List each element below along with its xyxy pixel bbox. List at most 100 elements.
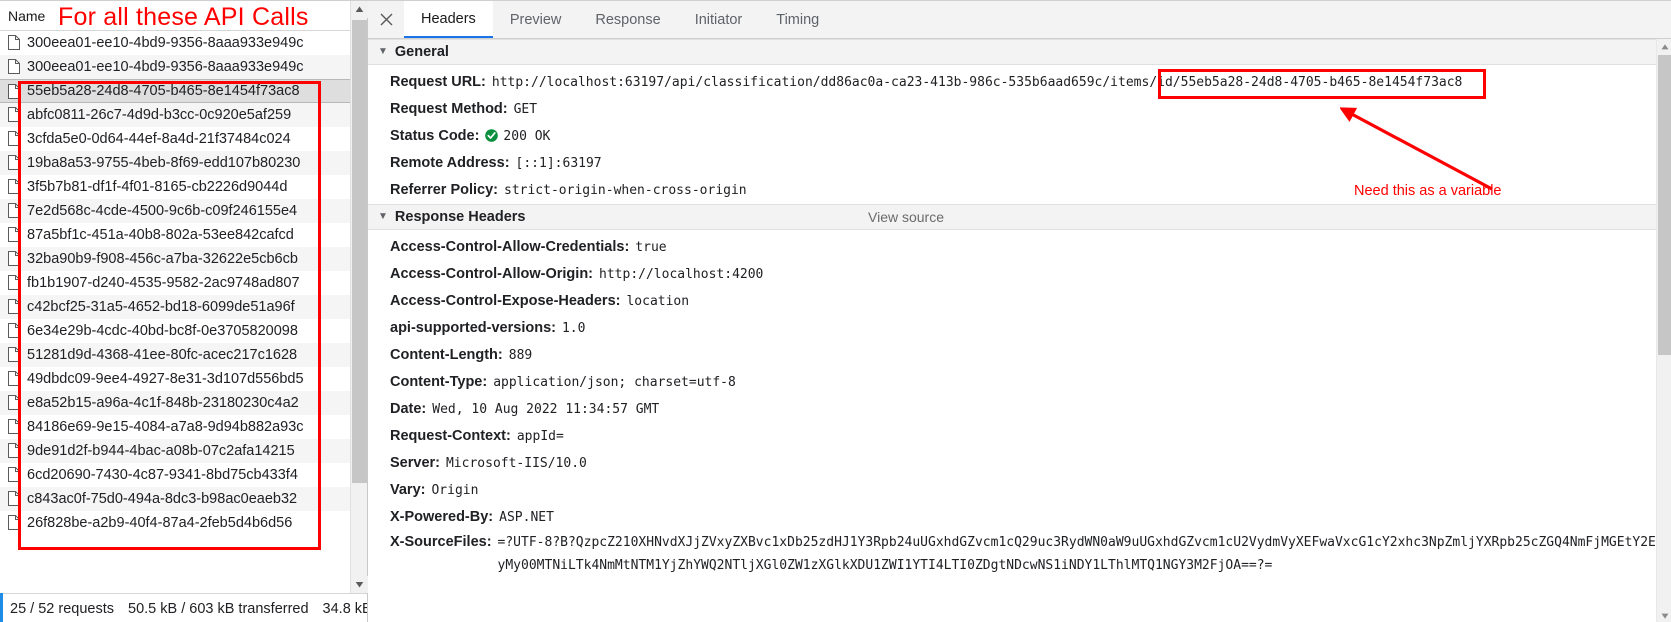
request-list-item[interactable]: 32ba90b9-f908-456c-a7ba-32622e5cb6cb [0, 247, 367, 271]
tab-preview[interactable]: Preview [493, 1, 579, 38]
header-value: true [635, 240, 667, 255]
header-row: Content-Length: 889 [368, 342, 1656, 369]
header-row: X-Powered-By: ASP.NET [368, 504, 1656, 531]
request-name: 6cd20690-7430-4c87-9341-8bd75cb433f4 [27, 466, 298, 483]
request-list-item[interactable]: 87a5bf1c-451a-40b8-802a-53ee842cafcd [0, 223, 367, 247]
header-row: Request URL: http://localhost:63197/api/c… [368, 69, 1656, 96]
document-icon [8, 275, 20, 290]
request-list[interactable]: 300eea01-ee10-4bd9-9356-8aaa933e949c 300e… [0, 31, 367, 593]
header-row: Status Code: 200 OK [368, 123, 1656, 150]
header-row: X-SourceFiles: =?UTF-8?B?QzpcZ210XHNvdXJj… [368, 531, 1656, 577]
header-row: Access-Control-Allow-Origin: http://local… [368, 261, 1656, 288]
request-list-item[interactable]: c843ac0f-75d0-494a-8dc3-b98ac0eaeb32 [0, 487, 367, 511]
document-icon [8, 227, 20, 242]
header-key: Request URL: [390, 74, 486, 90]
request-list-item[interactable]: 84186e69-9e15-4084-a7a8-9d94b882a93c [0, 415, 367, 439]
response-headers-section-title: Response Headers [394, 209, 526, 225]
request-list-item[interactable]: fb1b1907-d240-4535-9582-2ac9748ad807 [0, 271, 367, 295]
header-row: api-supported-versions: 1.0 [368, 315, 1656, 342]
response-headers-section-header[interactable]: ▼ Response Headers View source [368, 204, 1656, 230]
request-list-item[interactable]: abfc0811-26c7-4d9d-b3cc-0c920e5af259 [0, 103, 367, 127]
tab-headers[interactable]: Headers [404, 1, 493, 38]
header-value: application/json; charset=utf-8 [493, 375, 736, 390]
request-name: 84186e69-9e15-4084-a7a8-9d94b882a93c [27, 418, 304, 435]
header-value: http://localhost:4200 [599, 267, 764, 282]
chevron-down-icon: ▼ [378, 46, 388, 57]
view-source-link[interactable]: View source [868, 209, 944, 225]
header-key: Server: [390, 455, 440, 471]
header-value: 1.0 [561, 321, 586, 336]
request-list-item[interactable]: 7e2d568c-4cde-4500-9c6b-c09f246155e4 [0, 199, 367, 223]
scrollbar-thumb[interactable] [352, 20, 367, 483]
header-value: Wed, 10 Aug 2022 11:34:57 GMT [432, 402, 660, 417]
header-key: Request Method: [390, 101, 508, 117]
request-list-scrollbar[interactable] [350, 1, 368, 593]
scroll-down-arrow[interactable] [351, 576, 368, 593]
request-list-item[interactable]: 26f828be-a2b9-40f4-87a4-2feb5d4b6d56 [0, 511, 367, 535]
column-header-name: Name [8, 7, 46, 24]
request-list-item[interactable]: 55eb5a28-24d8-4705-b465-8e1454f73ac8 [0, 79, 367, 103]
tab-response[interactable]: Response [578, 1, 677, 38]
tab-timing[interactable]: Timing [759, 1, 836, 38]
request-name: c843ac0f-75d0-494a-8dc3-b98ac0eaeb32 [27, 490, 298, 507]
request-name: 6e34e29b-4cdc-40bd-bc8f-0e3705820098 [27, 322, 298, 339]
header-key: Content-Type: [390, 374, 488, 390]
header-row: Remote Address: [::1]:63197 [368, 150, 1656, 177]
scroll-up-arrow[interactable] [351, 1, 368, 18]
detail-scrollbar-thumb[interactable] [1658, 55, 1671, 355]
network-status-bar: 25 / 52 requests 50.5 kB / 603 kB transf… [0, 593, 367, 622]
tab-initiator[interactable]: Initiator [678, 1, 760, 38]
request-list-item[interactable]: 6e34e29b-4cdc-40bd-bc8f-0e3705820098 [0, 319, 367, 343]
request-list-item[interactable]: 300eea01-ee10-4bd9-9356-8aaa933e949c [0, 31, 367, 55]
request-list-item[interactable]: c42bcf25-31a5-4652-bd18-6099de51a96f [0, 295, 367, 319]
request-list-item[interactable]: 9de91d2f-b944-4bac-a08b-07c2afa14215 [0, 439, 367, 463]
request-name: 55eb5a28-24d8-4705-b465-8e1454f73ac8 [27, 83, 300, 99]
document-icon [8, 515, 20, 530]
request-name: 7e2d568c-4cde-4500-9c6b-c09f246155e4 [27, 202, 298, 219]
close-icon[interactable] [368, 1, 404, 38]
header-row: Content-Type: application/json; charset=u… [368, 369, 1656, 396]
document-icon [8, 107, 20, 122]
detail-scrollbar[interactable] [1656, 39, 1671, 622]
status-resources: 34.8 kB / [322, 600, 367, 617]
request-name: 19ba8a53-9755-4beb-8f69-edd107b80230 [27, 154, 301, 171]
request-name: 87a5bf1c-451a-40b8-802a-53ee842cafcd [27, 226, 294, 243]
header-value: ASP.NET [499, 510, 554, 525]
request-name: 3cfda5e0-0d64-44ef-8a4d-21f37484c024 [27, 130, 291, 147]
request-list-panel: Name 300eea01-ee10-4bd9-9356-8aaa933e949… [0, 1, 368, 622]
header-key: Referrer Policy: [390, 182, 498, 198]
request-name: 26f828be-a2b9-40f4-87a4-2feb5d4b6d56 [27, 514, 293, 531]
header-key: Access-Control-Expose-Headers: [390, 293, 621, 309]
tab-label: Timing [776, 11, 820, 28]
request-detail-panel: Headers Preview Response Initiator Timing ▼ … [368, 1, 1671, 622]
request-list-item[interactable]: 6cd20690-7430-4c87-9341-8bd75cb433f4 [0, 463, 367, 487]
request-list-item[interactable]: 19ba8a53-9755-4beb-8f69-edd107b80230 [0, 151, 367, 175]
request-name: fb1b1907-d240-4535-9582-2ac9748ad807 [27, 274, 300, 291]
tab-label: Headers [421, 10, 476, 27]
request-list-item[interactable]: 300eea01-ee10-4bd9-9356-8aaa933e949c [0, 55, 367, 79]
header-value: [::1]:63197 [515, 156, 602, 171]
request-name: 3f5b7b81-df1f-4f01-8165-cb2226d9044d [27, 178, 288, 195]
header-row: Server: Microsoft-IIS/10.0 [368, 450, 1656, 477]
request-name: 300eea01-ee10-4bd9-9356-8aaa933e949c [27, 34, 304, 51]
request-list-item[interactable]: e8a52b15-a96a-4c1f-848b-23180230c4a2 [0, 391, 367, 415]
request-list-item[interactable]: 49dbdc09-9ee4-4927-8e31-3d107d556bd5 [0, 367, 367, 391]
detail-scroll-up-arrow[interactable] [1657, 39, 1671, 54]
header-key: Access-Control-Allow-Origin: [390, 266, 594, 282]
header-key: X-SourceFiles: [390, 534, 492, 550]
request-list-item[interactable]: 3cfda5e0-0d64-44ef-8a4d-21f37484c024 [0, 127, 367, 151]
detail-scroll-down-arrow[interactable] [1657, 608, 1671, 622]
headers-content: ▼ General Request URL: http://localhost:6… [368, 39, 1671, 622]
document-icon [8, 395, 20, 410]
request-name: abfc0811-26c7-4d9d-b3cc-0c920e5af259 [27, 106, 292, 123]
header-row: Request Method: GET [368, 96, 1656, 123]
request-list-item[interactable]: 51281d9d-4368-41ee-80fc-acec217c1628 [0, 343, 367, 367]
status-requests: 25 / 52 requests [10, 600, 114, 617]
request-list-item[interactable]: 3f5b7b81-df1f-4f01-8165-cb2226d9044d [0, 175, 367, 199]
request-name: 300eea01-ee10-4bd9-9356-8aaa933e949c [27, 58, 304, 75]
general-section-header[interactable]: ▼ General [368, 39, 1656, 65]
document-icon [8, 467, 20, 482]
document-icon [8, 203, 20, 218]
document-icon [8, 251, 20, 266]
chevron-down-icon: ▼ [378, 211, 388, 222]
